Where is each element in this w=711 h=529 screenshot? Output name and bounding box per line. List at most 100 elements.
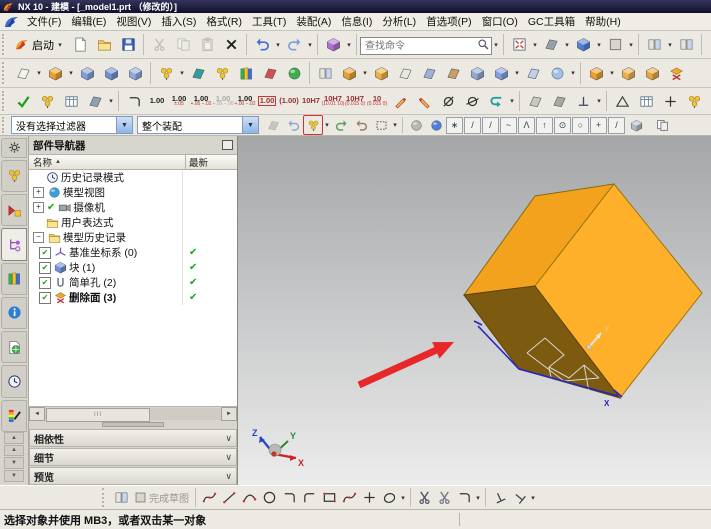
tolerance-button-10[interactable]: 10 (0.015 0): [366, 89, 388, 113]
show-hide-button[interactable]: [674, 33, 698, 57]
profile-button[interactable]: [199, 488, 219, 508]
subtract-button[interactable]: [337, 61, 361, 85]
expand-plus-icon[interactable]: +: [33, 202, 44, 213]
move-face-dropdown-icon[interactable]: ▾: [608, 69, 616, 77]
open-button[interactable]: [92, 33, 116, 57]
rendering-style-button[interactable]: [539, 33, 563, 57]
intersect-button[interactable]: [369, 61, 393, 85]
paste-button[interactable]: [195, 33, 219, 57]
redo-button[interactable]: [282, 33, 306, 57]
menu-edit[interactable]: 编辑(E): [66, 13, 111, 30]
sketch-in-task-button[interactable]: [111, 488, 131, 508]
tabular-note-button[interactable]: [634, 89, 658, 113]
save-button[interactable]: [116, 33, 140, 57]
snap-quadrant-button[interactable]: ○: [572, 116, 589, 134]
chamfer-dimension-button[interactable]: [523, 89, 547, 113]
shaded-dropdown-icon[interactable]: ▾: [595, 41, 603, 49]
boss-button[interactable]: [123, 61, 147, 85]
fit-view-button[interactable]: [507, 33, 531, 57]
tab-assembly-navigator[interactable]: [1, 159, 27, 193]
annotation-label-button[interactable]: [571, 89, 595, 113]
blend-dropdown-icon[interactable]: ▾: [513, 69, 521, 77]
annotation-dropdown-icon[interactable]: ▾: [595, 97, 603, 105]
window-dropdown-icon[interactable]: ▾: [666, 41, 674, 49]
graphics-viewport[interactable]: X Y Z Y X: [238, 136, 711, 485]
snap-point-enable-button[interactable]: ∗: [446, 116, 463, 134]
scroll-right-button[interactable]: ►: [221, 407, 237, 421]
revolve-button[interactable]: [75, 61, 99, 85]
tree-item-datum-csys[interactable]: ✔ 基准坐标系 (0) ✔: [29, 245, 237, 260]
snap-point-on-face-button[interactable]: /: [608, 116, 625, 134]
tree-item-block[interactable]: ✔ 块 (1) ✔: [29, 260, 237, 275]
tab-part-navigator[interactable]: [1, 228, 27, 261]
delete-button[interactable]: [219, 33, 243, 57]
unite-button[interactable]: [282, 61, 306, 85]
trim-body-button[interactable]: [393, 61, 417, 85]
offset-surface-button[interactable]: [465, 61, 489, 85]
snap-arc-center-button[interactable]: ⊙: [554, 116, 571, 134]
background-dropdown-icon[interactable]: ▾: [627, 41, 635, 49]
tree-item-delete-face[interactable]: ✔ 删除面 (3) ✔: [29, 290, 237, 305]
tolerance-button-5[interactable]: 1.00: [256, 89, 278, 113]
update-dropdown-icon[interactable]: ▾: [508, 97, 516, 105]
toolbar-grip[interactable]: [102, 488, 108, 507]
snap-point-on-curve-button[interactable]: ~: [500, 116, 517, 134]
dimension-style-button[interactable]: [122, 89, 146, 113]
search-icon[interactable]: [477, 38, 490, 51]
touch-mode-button[interactable]: [321, 33, 345, 57]
selection-filter-combo[interactable]: 没有选择过滤器 ▼: [11, 116, 133, 134]
menu-preferences[interactable]: 首选项(P): [421, 13, 477, 30]
scrollbar-track[interactable]: III: [45, 408, 221, 422]
section-details[interactable]: 细节 ∨: [29, 448, 237, 466]
start-button[interactable]: 启动 ▾: [11, 32, 68, 58]
new-button[interactable]: [68, 33, 92, 57]
menu-file[interactable]: 文件(F): [22, 13, 66, 30]
toolbar-grip[interactable]: [2, 61, 8, 85]
radial-dimension-button[interactable]: [460, 89, 484, 113]
constraint-dropdown-icon[interactable]: ▾: [529, 494, 537, 502]
resource-scroll-last-button[interactable]: ▼: [4, 470, 24, 482]
sketch-dropdown-icon[interactable]: ▾: [35, 69, 43, 77]
tolerance-button-9[interactable]: 10H7 (0.015 0): [344, 89, 366, 113]
column-name-label[interactable]: 名称: [33, 155, 52, 169]
update-display-button[interactable]: [484, 89, 508, 113]
tolerance-button-4[interactable]: 1.00 +.00 −.02: [234, 89, 256, 113]
tolerance-button-3[interactable]: 1.00 +.05 −.00: [212, 89, 234, 113]
section-view-button[interactable]: [83, 89, 107, 113]
sketch-button[interactable]: [11, 61, 35, 85]
snap-mid-point-button[interactable]: /: [482, 116, 499, 134]
resource-scroll-up-button[interactable]: ▲: [4, 444, 24, 457]
expressions-button[interactable]: [658, 89, 682, 113]
tab-hd3d-tools[interactable]: [1, 331, 27, 364]
delete-face-button[interactable]: [664, 61, 688, 85]
column-latest-label[interactable]: 最新: [185, 155, 237, 169]
tree-item-model-history[interactable]: − 模型历史记录: [29, 230, 237, 245]
feature-checkbox[interactable]: ✔: [39, 291, 51, 304]
snap-solid-button[interactable]: [626, 115, 646, 135]
scrollbar-thumb[interactable]: III: [46, 408, 151, 422]
ordinate-dimension-button[interactable]: [412, 89, 436, 113]
menu-analysis[interactable]: 分析(L): [377, 13, 421, 30]
diameter-dimension-button[interactable]: [436, 89, 460, 113]
move-object-button[interactable]: [705, 33, 711, 57]
redo-dropdown-icon[interactable]: ▾: [306, 41, 314, 49]
hole-button[interactable]: [99, 61, 123, 85]
undo-button[interactable]: [250, 33, 274, 57]
touch-mode-dropdown-icon[interactable]: ▾: [345, 41, 353, 49]
menu-information[interactable]: 信息(I): [336, 13, 377, 30]
curve-dropdown-icon[interactable]: ▾: [399, 494, 407, 502]
offset-region-button[interactable]: [640, 61, 664, 85]
tab-reuse-library[interactable]: [1, 262, 27, 295]
thicken-button[interactable]: [441, 61, 465, 85]
scroll-left-button[interactable]: ◄: [29, 407, 45, 421]
panel-splitter[interactable]: [29, 421, 237, 428]
menu-assemblies[interactable]: 装配(A): [291, 13, 336, 30]
pattern-feature-button[interactable]: [154, 61, 178, 85]
shell-button[interactable]: [313, 61, 337, 85]
line-button[interactable]: [219, 488, 239, 508]
toolbar-grip[interactable]: [2, 90, 8, 112]
tolerance-button-1[interactable]: 1.00 ±.05: [168, 89, 190, 113]
navigator-float-button[interactable]: [222, 140, 233, 150]
toolbar-grip[interactable]: [2, 33, 8, 56]
select-box-dropdown-icon[interactable]: ▾: [323, 121, 331, 129]
